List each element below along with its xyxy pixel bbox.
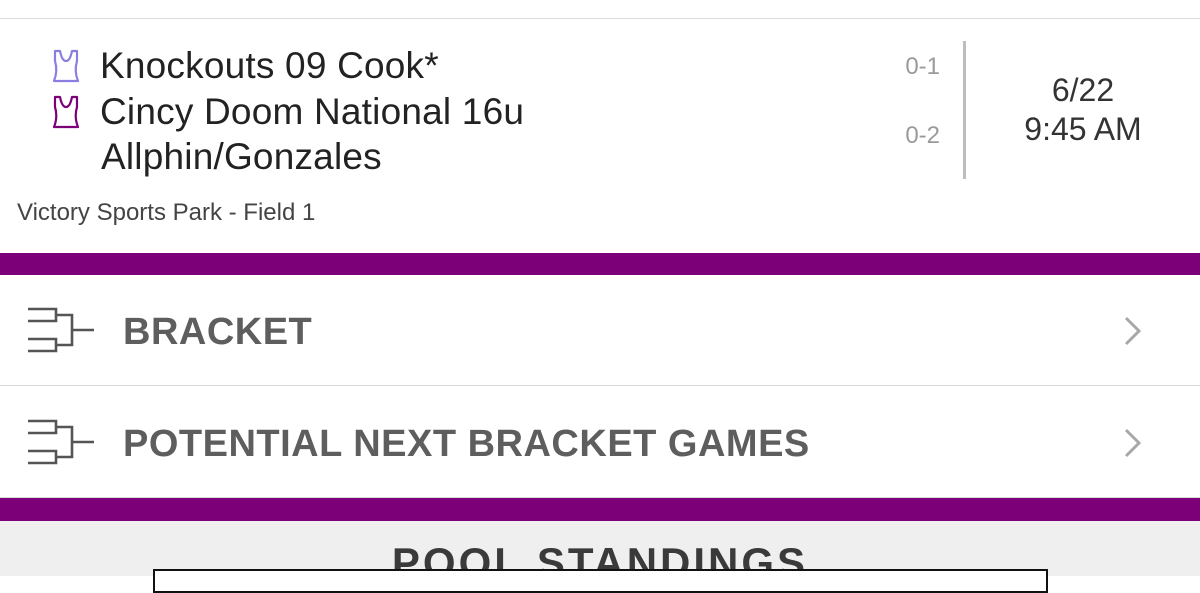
game-time: 9:45 AM <box>1024 111 1142 147</box>
section-divider <box>0 253 1200 275</box>
previous-card-edge <box>0 0 1200 19</box>
chevron-right-icon <box>1124 316 1142 346</box>
jersey-icon <box>52 49 80 83</box>
team-1-name: Knockouts 09 Cook* <box>100 45 439 86</box>
game-card[interactable]: Knockouts 09 Cook* 0-1 Cincy Doom Nation… <box>0 19 1200 253</box>
team-1-record: 0-1 <box>905 53 940 80</box>
team-2-record: 0-2 <box>905 122 940 149</box>
team-2-name: Cincy Doom National 16u <box>100 91 525 132</box>
team-row-2: Cincy Doom National 16u <box>48 91 524 133</box>
team-2-name-line2: Allphin/Gonzales <box>101 136 382 177</box>
pool-standings-header: POOL STANDINGS <box>0 521 1200 576</box>
bracket-label: BRACKET <box>123 311 313 353</box>
chevron-right-icon <box>1124 428 1142 458</box>
game-date: 6/22 <box>1051 72 1115 108</box>
bracket-menu-item[interactable]: BRACKET <box>0 275 1200 386</box>
game-datetime: 6/22 9:45 AM <box>966 71 1200 149</box>
potential-games-label: POTENTIAL NEXT BRACKET GAMES <box>123 423 810 465</box>
team-row-1: Knockouts 09 Cook* <box>48 45 439 87</box>
pool-standings-table <box>153 569 1048 593</box>
section-divider <box>0 498 1200 521</box>
game-location: Victory Sports Park - Field 1 <box>17 199 316 226</box>
bracket-icon <box>28 307 94 353</box>
potential-games-menu-item[interactable]: POTENTIAL NEXT BRACKET GAMES <box>0 387 1200 498</box>
bracket-icon <box>28 419 94 465</box>
jersey-icon <box>52 95 80 129</box>
